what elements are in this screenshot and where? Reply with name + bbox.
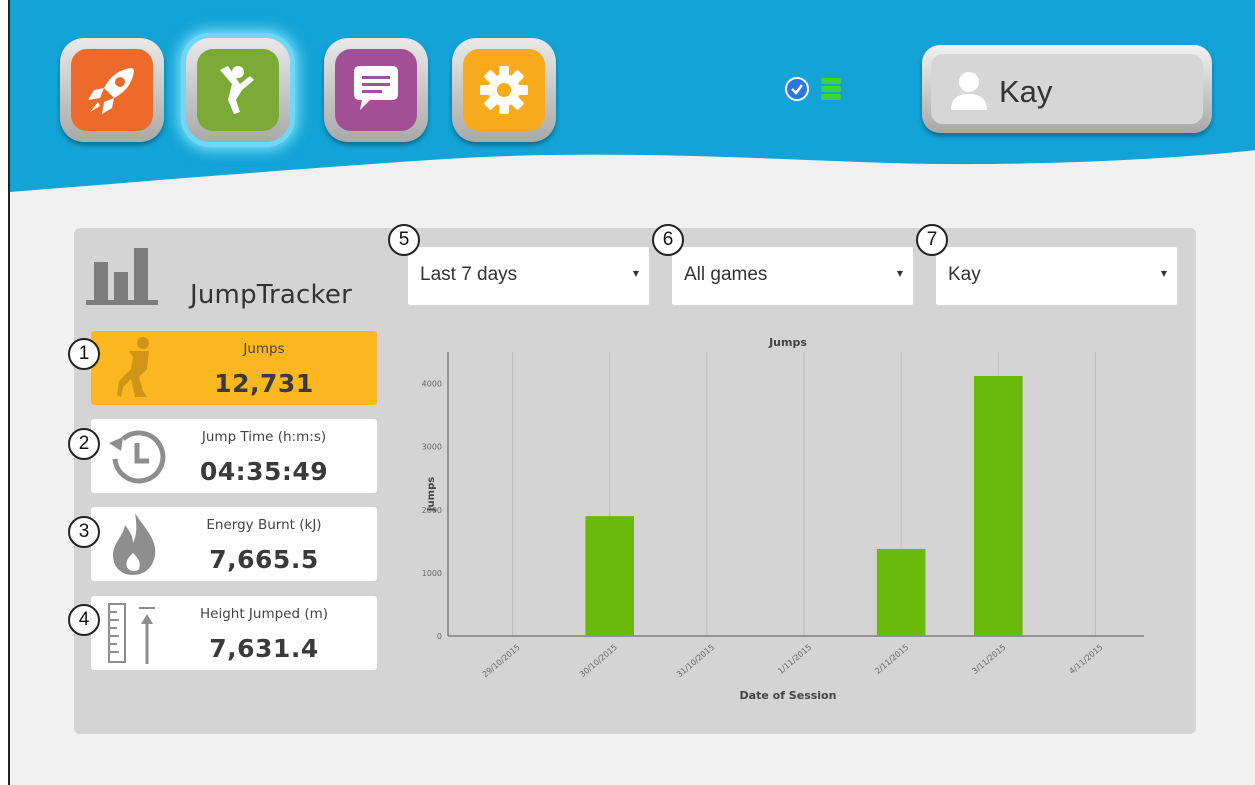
- x-tick-label: 29/10/2015: [481, 643, 522, 680]
- chat-icon: [335, 49, 417, 131]
- metric-label: Jumps: [243, 341, 285, 357]
- metric-label: Height Jumped (m): [199, 606, 329, 622]
- jump-app-button[interactable]: [186, 38, 290, 142]
- settings-app-button[interactable]: [452, 38, 556, 142]
- user-account-button[interactable]: Kay: [922, 45, 1212, 133]
- period-value: Last 7 days: [420, 264, 518, 285]
- app-window: Kay JumpTracker Jumps 12,731 Jump Time (…: [8, 0, 1255, 785]
- callout-badge: 1: [68, 338, 100, 370]
- caret-down-icon: ▼: [896, 269, 903, 278]
- callout-badge: 3: [68, 516, 100, 548]
- callout-badge: 5: [388, 224, 420, 256]
- metric-jump-time[interactable]: Jump Time (h:m:s) 04:35:49: [91, 419, 377, 493]
- metric-value: 04:35:49: [199, 457, 329, 486]
- callout-badge: 7: [916, 224, 948, 256]
- game-value: All games: [684, 264, 768, 285]
- metric-value: 12,731: [214, 369, 314, 398]
- jumps-chart: 0100020003000400029/10/2015 30/10/2015 31/…: [422, 336, 1144, 702]
- callout-badge: 2: [68, 428, 100, 460]
- chart-title: Jumps: [768, 336, 807, 349]
- y-tick-label: 4000: [422, 380, 442, 389]
- metric-height[interactable]: Height Jumped (m) 7,631.4: [91, 596, 377, 670]
- user-name: Kay: [999, 74, 1053, 109]
- gear-icon: [463, 49, 545, 131]
- metric-energy[interactable]: Energy Burnt (kJ) 7,665.5: [91, 507, 377, 581]
- player-value: Kay: [948, 264, 981, 285]
- rocket-icon: [71, 49, 153, 131]
- x-tick-label: 30/10/2015: [578, 643, 619, 680]
- period-dropdown[interactable]: Last 7 days ▼: [408, 247, 649, 305]
- caret-down-icon: ▼: [1160, 269, 1167, 278]
- y-tick-label: 0: [437, 632, 442, 641]
- x-tick-label: 31/10/2015: [675, 643, 716, 680]
- callout-badge: 6: [652, 224, 684, 256]
- user-avatar-icon: [951, 72, 987, 110]
- metric-label: Jump Time (h:m:s): [201, 429, 327, 445]
- metric-jumps[interactable]: Jumps 12,731: [91, 331, 377, 405]
- x-tick-label: 1/11/2015: [776, 643, 813, 676]
- y-axis-label: Jumps: [426, 477, 437, 512]
- game-dropdown[interactable]: All games ▼: [672, 247, 913, 305]
- checkmark-icon: [785, 77, 809, 101]
- bar: [974, 375, 1023, 636]
- caret-down-icon: ▼: [632, 269, 639, 278]
- app-title: JumpTracker: [190, 280, 352, 310]
- rocket-app-button[interactable]: [60, 38, 164, 142]
- x-axis-label: Date of Session: [740, 689, 837, 702]
- y-tick-label: 1000: [422, 569, 442, 578]
- metric-value: 7,631.4: [209, 634, 319, 663]
- jump-icon: [197, 49, 279, 131]
- y-tick-label: 3000: [422, 443, 442, 452]
- database-icon: [821, 78, 841, 100]
- bar: [585, 516, 634, 636]
- bar-chart-logo-icon: [86, 248, 158, 305]
- metric-label: Energy Burnt (kJ): [206, 517, 322, 533]
- x-tick-label: 4/11/2015: [1067, 643, 1104, 676]
- x-tick-label: 3/11/2015: [970, 643, 1007, 676]
- chat-app-button[interactable]: [324, 38, 428, 142]
- bar: [876, 548, 926, 636]
- x-tick-label: 2/11/2015: [873, 643, 910, 676]
- metric-value: 7,665.5: [209, 545, 319, 574]
- callout-badge: 4: [68, 604, 100, 636]
- player-dropdown[interactable]: Kay ▼: [936, 247, 1177, 305]
